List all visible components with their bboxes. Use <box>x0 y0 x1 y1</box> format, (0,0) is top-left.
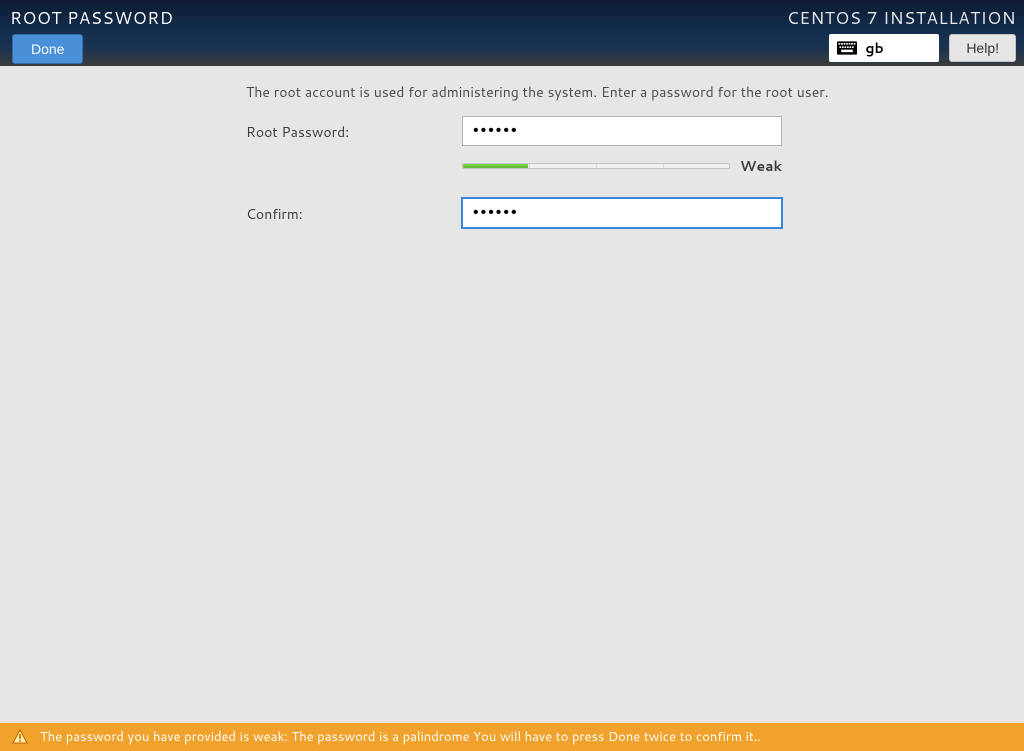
confirm-field-col <box>462 198 782 228</box>
root-password-label: Root Password: <box>246 116 446 142</box>
warning-bar: The password you have provided is weak: … <box>0 723 1024 751</box>
root-password-input[interactable] <box>462 116 782 146</box>
top-right-controls: gb Help! <box>829 34 1016 62</box>
root-password-field-col: Weak <box>462 116 782 176</box>
done-button[interactable]: Done <box>12 34 83 64</box>
confirm-password-label: Confirm: <box>246 198 446 224</box>
confirm-password-input[interactable] <box>462 198 782 228</box>
strength-seg-1 <box>463 164 528 168</box>
warning-icon <box>12 729 28 745</box>
top-bar: ROOT PASSWORD Done CENTOS 7 INSTALLATION… <box>0 0 1024 66</box>
password-strength-meter <box>462 163 730 169</box>
strength-seg-2 <box>529 164 595 168</box>
root-password-row: Root Password: Weak <box>24 116 1000 176</box>
warning-text: The password you have provided is weak: … <box>40 728 761 746</box>
strength-seg-4 <box>663 164 729 168</box>
content: The root account is used for administeri… <box>0 66 1024 723</box>
top-left: ROOT PASSWORD Done <box>8 6 174 62</box>
password-strength-row: Weak <box>462 156 782 176</box>
top-right: CENTOS 7 INSTALLATION gb Help! <box>787 6 1016 62</box>
keyboard-layout-label: gb <box>865 38 883 58</box>
keyboard-layout-indicator[interactable]: gb <box>829 34 939 62</box>
strength-seg-3 <box>596 164 662 168</box>
installer-title: CENTOS 7 INSTALLATION <box>787 6 1016 30</box>
confirm-password-row: Confirm: <box>24 198 1000 228</box>
help-button[interactable]: Help! <box>949 34 1016 62</box>
password-strength-label: Weak <box>740 156 782 176</box>
page-title: ROOT PASSWORD <box>10 6 174 30</box>
keyboard-icon <box>837 41 857 55</box>
instructions-text: The root account is used for administeri… <box>246 82 1000 102</box>
